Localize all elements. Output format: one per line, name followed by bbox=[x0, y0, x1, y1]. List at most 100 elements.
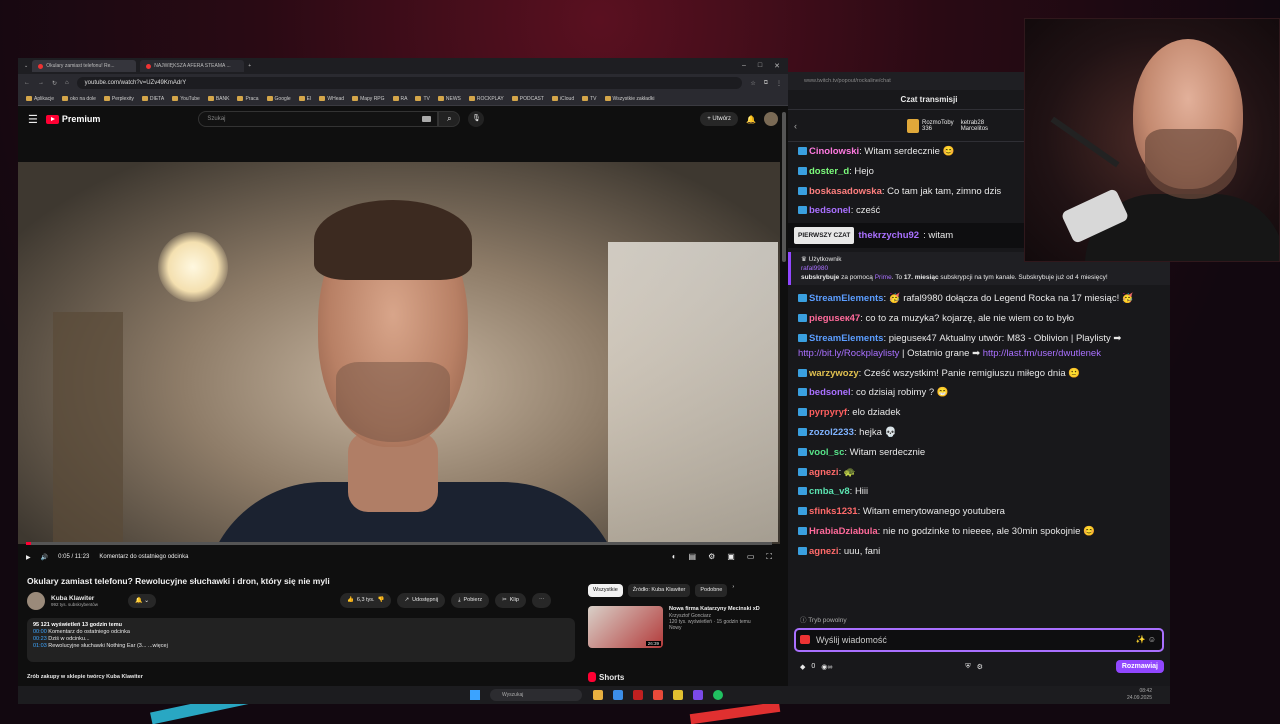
chat-username[interactable]: vool_sc bbox=[809, 447, 844, 458]
tab-steam[interactable]: NAJWIĘKSZA AFERA STEAMA ... bbox=[140, 60, 245, 72]
channel-name[interactable]: Kuba Klawiter bbox=[51, 595, 98, 602]
chat-badge-icon[interactable] bbox=[798, 294, 807, 303]
timestamp-link[interactable]: 00:23 bbox=[33, 636, 47, 642]
theater-mode-icon[interactable]: ▭ bbox=[747, 552, 755, 562]
shield-icon[interactable]: ⛨ bbox=[965, 663, 970, 671]
back-icon[interactable]: ← bbox=[24, 80, 30, 86]
sub-username[interactable]: rafal9980 bbox=[801, 264, 1160, 273]
avatar[interactable] bbox=[764, 112, 778, 126]
bookmark-item[interactable]: iCloud bbox=[551, 96, 574, 102]
taskbar-clock[interactable]: 08:42 24.09.2025 bbox=[1127, 688, 1152, 702]
home-icon[interactable]: ⌂ bbox=[65, 80, 69, 86]
chat-badge-icon[interactable] bbox=[798, 427, 807, 436]
chat-username[interactable]: StreamElements bbox=[809, 293, 883, 304]
chat-username[interactable]: Cinolowski bbox=[809, 146, 859, 157]
app-icon[interactable] bbox=[673, 690, 683, 700]
chat-badge-icon[interactable] bbox=[798, 313, 807, 322]
chip-related[interactable]: Podobne bbox=[695, 584, 728, 597]
microphone-icon[interactable]: 🎙 bbox=[468, 111, 485, 127]
chat-badge-icon[interactable] bbox=[798, 526, 807, 535]
chat-username[interactable]: cmba_v8 bbox=[809, 486, 850, 497]
chat-username[interactable]: doster_d bbox=[809, 166, 849, 177]
bits-icon[interactable]: ◆ bbox=[800, 663, 805, 671]
file-explorer-icon[interactable] bbox=[593, 690, 603, 700]
bookmark-item[interactable]: TV bbox=[415, 96, 430, 102]
bookmark-item[interactable]: RA bbox=[392, 96, 407, 102]
chat-username[interactable]: StreamElements bbox=[809, 333, 883, 344]
spotify-icon[interactable] bbox=[713, 690, 723, 700]
chat-username[interactable]: thekrzychu92 bbox=[858, 228, 919, 243]
chat-badge-icon[interactable] bbox=[798, 166, 807, 175]
fullscreen-icon[interactable]: ⛶ bbox=[766, 552, 772, 562]
app-icon[interactable] bbox=[693, 690, 703, 700]
chat-badge-icon[interactable] bbox=[798, 186, 807, 195]
tab-video[interactable]: Okulary zamiast telefonu! Re... bbox=[32, 60, 137, 72]
search-icon[interactable]: ⌕ bbox=[438, 111, 461, 127]
bookmark-item[interactable]: Mapy RPG bbox=[352, 96, 385, 102]
chevron-right-icon[interactable]: › bbox=[732, 584, 734, 597]
chat-username[interactable]: boskasadowska bbox=[809, 186, 882, 197]
autoplay-toggle-icon[interactable]: ◐ bbox=[672, 552, 677, 562]
chat-badge-icon[interactable] bbox=[798, 368, 807, 377]
new-tab-button[interactable]: + bbox=[248, 63, 251, 69]
forward-icon[interactable]: → bbox=[38, 80, 44, 86]
bookmark-item[interactable]: PODCAST bbox=[511, 96, 544, 102]
timestamp-link[interactable]: 01:03 bbox=[33, 643, 47, 649]
channel-avatar[interactable] bbox=[27, 592, 45, 610]
channel-points-icon[interactable]: ◉∞ bbox=[821, 663, 832, 671]
bookmark-item[interactable]: Praca bbox=[237, 96, 259, 102]
chat-username[interactable]: bedsonel bbox=[809, 205, 851, 216]
play-icon[interactable]: ▶ bbox=[26, 554, 31, 561]
bookmark-item[interactable]: YouTube bbox=[172, 96, 200, 102]
prime-link[interactable]: Prime bbox=[875, 274, 892, 281]
search-input[interactable]: Szukaj bbox=[198, 111, 439, 127]
menu-icon[interactable]: ⋮ bbox=[776, 80, 782, 87]
chat-username[interactable]: agnezi bbox=[809, 546, 839, 557]
chat-badge-icon[interactable] bbox=[800, 635, 810, 644]
miniplayer-icon[interactable]: ▣ bbox=[727, 552, 735, 562]
chat-badge-icon[interactable] bbox=[798, 487, 807, 496]
bookmark-item[interactable]: WHead bbox=[319, 96, 344, 102]
recommended-thumbnail[interactable]: 26:39 bbox=[588, 606, 663, 648]
bookmark-item[interactable]: NEWS bbox=[437, 96, 461, 102]
chat-link[interactable]: http://bit.ly/Rockplaylisty bbox=[798, 348, 899, 359]
chat-send-button[interactable]: Rozmawiaj bbox=[1115, 660, 1164, 673]
volume-icon[interactable]: 🔊 bbox=[41, 554, 48, 561]
chrome-icon[interactable] bbox=[653, 690, 663, 700]
maximize-icon[interactable]: □ bbox=[758, 62, 762, 70]
bookmark-item[interactable]: oko na dole bbox=[62, 96, 96, 102]
chat-badge-icon[interactable] bbox=[798, 388, 807, 397]
star-icon[interactable]: ☆ bbox=[750, 80, 755, 87]
bookmark-item[interactable]: BANK bbox=[207, 96, 229, 102]
chat-username[interactable]: pieguseк47 bbox=[809, 313, 860, 324]
youtube-logo[interactable]: Premium bbox=[45, 114, 100, 124]
chat-username[interactable]: sfinks1231 bbox=[809, 506, 858, 517]
recommended-video[interactable]: 26:39 Nowa firma Katarzyny Mecinski xD K… bbox=[588, 606, 768, 648]
chat-username[interactable]: HrabiaDziabula bbox=[809, 526, 878, 537]
chip-all[interactable]: Wszystkie bbox=[588, 584, 623, 597]
timestamp-link[interactable]: 00:00 bbox=[33, 629, 47, 635]
chat-badge-icon[interactable] bbox=[798, 206, 807, 215]
chat-username[interactable]: pyrpyryf bbox=[809, 407, 847, 418]
shop-link[interactable]: Zrób zakupy w sklepie twórcy Kuba Klawit… bbox=[27, 674, 143, 680]
close-icon[interactable]: ✕ bbox=[774, 62, 780, 70]
chapter-label[interactable]: Komentarz do ostatniego odcinka bbox=[99, 554, 188, 560]
chat-username[interactable]: agnezi bbox=[809, 467, 839, 478]
minimize-icon[interactable]: – bbox=[742, 62, 746, 70]
settings-gear-icon[interactable]: ⚙ bbox=[977, 663, 983, 671]
more-actions-button[interactable]: ⋯ bbox=[531, 593, 552, 608]
chat-badge-icon[interactable] bbox=[798, 507, 807, 516]
back-icon[interactable]: ‹ bbox=[794, 121, 797, 131]
video-player[interactable] bbox=[18, 162, 780, 544]
bookmark-item[interactable]: Perplexity bbox=[103, 96, 134, 102]
chat-badge-icon[interactable] bbox=[798, 147, 807, 155]
create-button[interactable]: + Utwórz bbox=[700, 112, 739, 126]
video-description[interactable]: 95 121 wyświetleń 13 godzin temu 00:00 K… bbox=[27, 618, 575, 662]
chat-username[interactable]: bedsonel bbox=[809, 387, 851, 398]
download-button[interactable]: ⤓ Pobierz bbox=[451, 593, 490, 608]
thumbs-down-icon[interactable]: 👎 bbox=[378, 593, 385, 608]
reload-icon[interactable]: ↻ bbox=[52, 80, 57, 87]
settings-gear-icon[interactable]: ⚙ bbox=[708, 552, 715, 562]
share-button[interactable]: ↗ Udostępnij bbox=[397, 593, 446, 608]
edge-icon[interactable] bbox=[613, 690, 623, 700]
